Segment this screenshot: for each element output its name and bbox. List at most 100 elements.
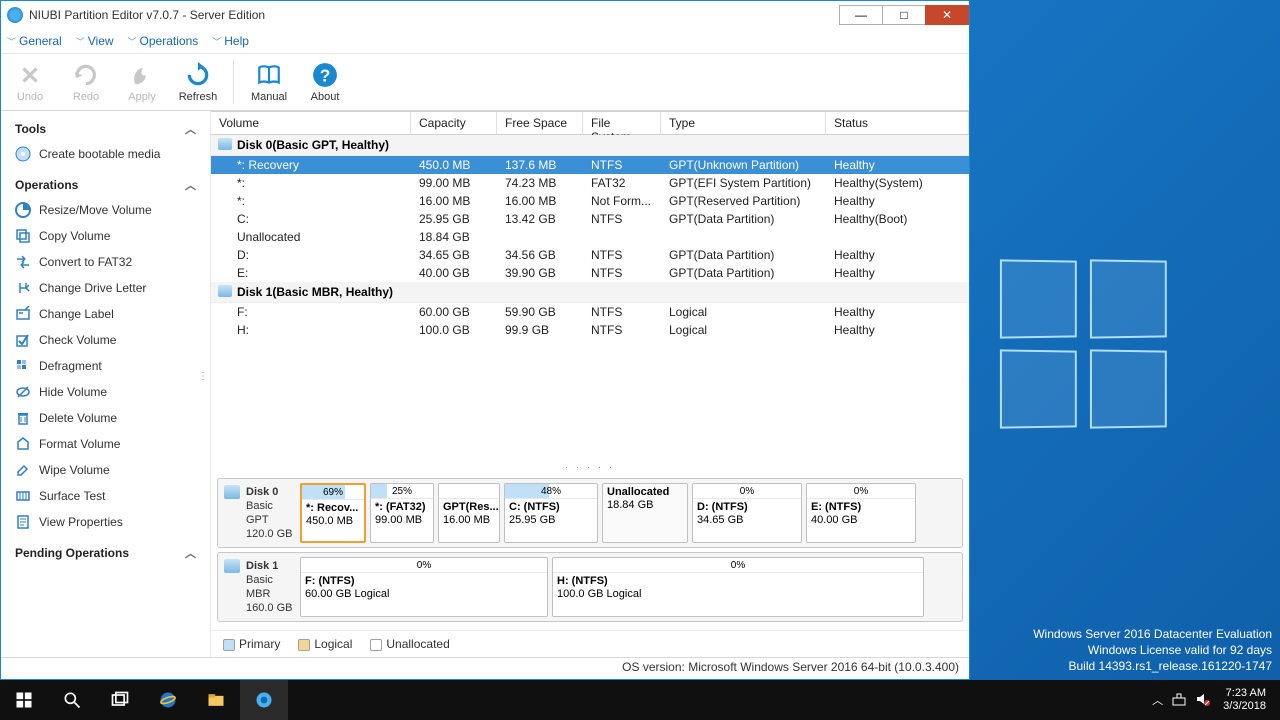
resize-icon — [15, 202, 31, 218]
about-icon: ? — [311, 61, 339, 89]
toolbar: Undo Redo Apply Refresh Manual ?About — [1, 53, 969, 111]
operations-section-header[interactable]: Operations︿ — [1, 167, 210, 197]
titlebar[interactable]: NIUBI Partition Editor v7.0.7 - Server E… — [1, 1, 969, 29]
create-bootable-media[interactable]: Create bootable media — [1, 141, 210, 167]
convert-to-fat32[interactable]: Convert to FAT32 — [1, 249, 210, 275]
taskbar[interactable]: ︿ 7:23 AM3/3/2018 — [0, 680, 1280, 720]
legend-primary: Primary — [223, 637, 280, 651]
view-properties[interactable]: View Properties — [1, 509, 210, 535]
wipe-icon — [15, 462, 31, 478]
delete-volume[interactable]: Delete Volume — [1, 405, 210, 431]
search-button[interactable] — [48, 680, 96, 720]
menu-general[interactable]: ﹀General — [7, 34, 62, 48]
pending-operations-header[interactable]: Pending Operations︿ — [1, 535, 210, 565]
wipe-volume[interactable]: Wipe Volume — [1, 457, 210, 483]
volume-row[interactable]: *: Recovery450.0 MB137.6 MBNTFSGPT(Unkno… — [211, 156, 969, 174]
menu-view[interactable]: ﹀View — [76, 34, 114, 48]
menubar: ﹀General ﹀View ﹀Operations ﹀Help — [1, 29, 969, 53]
volume-row[interactable]: Unallocated18.84 GB — [211, 228, 969, 246]
close-button[interactable]: ✕ — [925, 5, 969, 25]
partition-box[interactable]: GPT(Res...16.00 MB — [438, 483, 500, 543]
col-file-system[interactable]: File System — [583, 112, 661, 134]
minimize-button[interactable]: — — [839, 5, 883, 25]
format-volume[interactable]: Format Volume — [1, 431, 210, 457]
check-volume[interactable]: Check Volume — [1, 327, 210, 353]
legend-logical: Logical — [298, 637, 352, 651]
disk1-label[interactable]: Disk 1Basic MBR160.0 GB — [222, 557, 296, 617]
col-free-space[interactable]: Free Space — [497, 112, 583, 134]
collapse-icon: ︿ — [185, 545, 196, 561]
copy-volume[interactable]: Copy Volume — [1, 223, 210, 249]
legend: Primary Logical Unallocated — [211, 630, 969, 657]
change-drive-letter[interactable]: Change Drive Letter — [1, 275, 210, 301]
explorer-button[interactable] — [192, 680, 240, 720]
volume-row[interactable]: *:99.00 MB74.23 MBFAT32GPT(EFI System Pa… — [211, 174, 969, 192]
partition-box[interactable]: 48%C: (NTFS)25.95 GB — [504, 483, 598, 543]
undo-icon — [16, 61, 44, 89]
apply-icon — [128, 61, 156, 89]
disk0-group-header[interactable]: Disk 0(Basic GPT, Healthy) — [211, 135, 969, 156]
partition-box[interactable]: 0%E: (NTFS)40.00 GB — [806, 483, 916, 543]
menu-help[interactable]: ﹀Help — [212, 34, 249, 48]
copy-icon — [15, 228, 31, 244]
surface-test[interactable]: Surface Test — [1, 483, 210, 509]
col-type[interactable]: Type — [661, 112, 826, 134]
volume-row[interactable]: *:16.00 MB16.00 MBNot Form...GPT(Reserve… — [211, 192, 969, 210]
undo-button[interactable]: Undo — [9, 61, 51, 103]
volume-row[interactable]: F:60.00 GB59.90 GBNTFSLogicalHealthy — [211, 303, 969, 321]
niubi-app-button[interactable] — [240, 680, 288, 720]
disk0-map: Disk 0Basic GPT120.0 GB 69%*: Recov...45… — [217, 478, 963, 548]
volume-row[interactable]: D:34.65 GB34.56 GBNTFSGPT(Data Partition… — [211, 246, 969, 264]
partition-box[interactable]: Unallocated18.84 GB — [602, 483, 688, 543]
content-pane: Volume Capacity Free Space File System T… — [211, 111, 969, 657]
manual-button[interactable]: Manual — [248, 61, 290, 103]
volume-row[interactable]: C:25.95 GB13.42 GBNTFSGPT(Data Partition… — [211, 210, 969, 228]
tray-chevron-icon[interactable]: ︿ — [1148, 692, 1167, 708]
clock[interactable]: 7:23 AM3/3/2018 — [1215, 687, 1274, 713]
hide-volume[interactable]: Hide Volume — [1, 379, 210, 405]
statusbar: OS version: Microsoft Windows Server 201… — [1, 657, 969, 679]
horizontal-splitter[interactable]: . . . . . — [211, 460, 969, 470]
partition-box[interactable]: 0%H: (NTFS)100.0 GB Logical — [552, 557, 924, 617]
network-icon[interactable] — [1167, 691, 1191, 710]
refresh-button[interactable]: Refresh — [177, 61, 219, 103]
tools-section-header[interactable]: Tools︿ — [1, 111, 210, 141]
convert-icon — [15, 254, 31, 270]
desktop-windows-logo — [1000, 260, 1180, 440]
resize-move-volume[interactable]: Resize/Move Volume — [1, 197, 210, 223]
apply-button[interactable]: Apply — [121, 61, 163, 103]
volume-icon[interactable] — [1191, 691, 1215, 710]
manual-icon — [255, 61, 283, 89]
label-icon — [15, 306, 31, 322]
volume-row[interactable]: H:100.0 GB99.9 GBNTFSLogicalHealthy — [211, 321, 969, 339]
about-button[interactable]: ?About — [304, 61, 346, 103]
splitter-grip[interactable]: ⋮ — [198, 371, 208, 382]
partition-box[interactable]: 0%F: (NTFS)60.00 GB Logical — [300, 557, 548, 617]
check-icon — [15, 332, 31, 348]
col-status[interactable]: Status — [826, 112, 969, 134]
menu-operations[interactable]: ﹀Operations — [128, 34, 199, 48]
task-view-button[interactable] — [96, 680, 144, 720]
collapse-icon: ︿ — [185, 177, 196, 193]
col-volume[interactable]: Volume — [211, 112, 411, 134]
surface-icon — [15, 488, 31, 504]
start-button[interactable] — [0, 680, 48, 720]
change-label[interactable]: Change Label — [1, 301, 210, 327]
maximize-button[interactable]: □ — [882, 5, 926, 25]
redo-button[interactable]: Redo — [65, 61, 107, 103]
ie-button[interactable] — [144, 680, 192, 720]
volume-row[interactable]: E:40.00 GB39.90 GBNTFSGPT(Data Partition… — [211, 264, 969, 282]
app-icon — [7, 7, 23, 23]
system-tray[interactable]: ︿ 7:23 AM3/3/2018 — [1148, 687, 1280, 713]
partition-box[interactable]: 25%*: (FAT32)99.00 MB — [370, 483, 434, 543]
disk1-group-header[interactable]: Disk 1(Basic MBR, Healthy) — [211, 282, 969, 303]
disk0-label[interactable]: Disk 0Basic GPT120.0 GB — [222, 483, 296, 543]
partition-box[interactable]: 0%D: (NTFS)34.65 GB — [692, 483, 802, 543]
col-capacity[interactable]: Capacity — [411, 112, 497, 134]
volume-table-header[interactable]: Volume Capacity Free Space File System T… — [211, 111, 969, 135]
properties-icon — [15, 514, 31, 530]
svg-text:?: ? — [320, 66, 331, 86]
defragment[interactable]: Defragment — [1, 353, 210, 379]
partition-box[interactable]: 69%*: Recov...450.0 MB — [300, 483, 366, 543]
collapse-icon: ︿ — [185, 121, 196, 137]
